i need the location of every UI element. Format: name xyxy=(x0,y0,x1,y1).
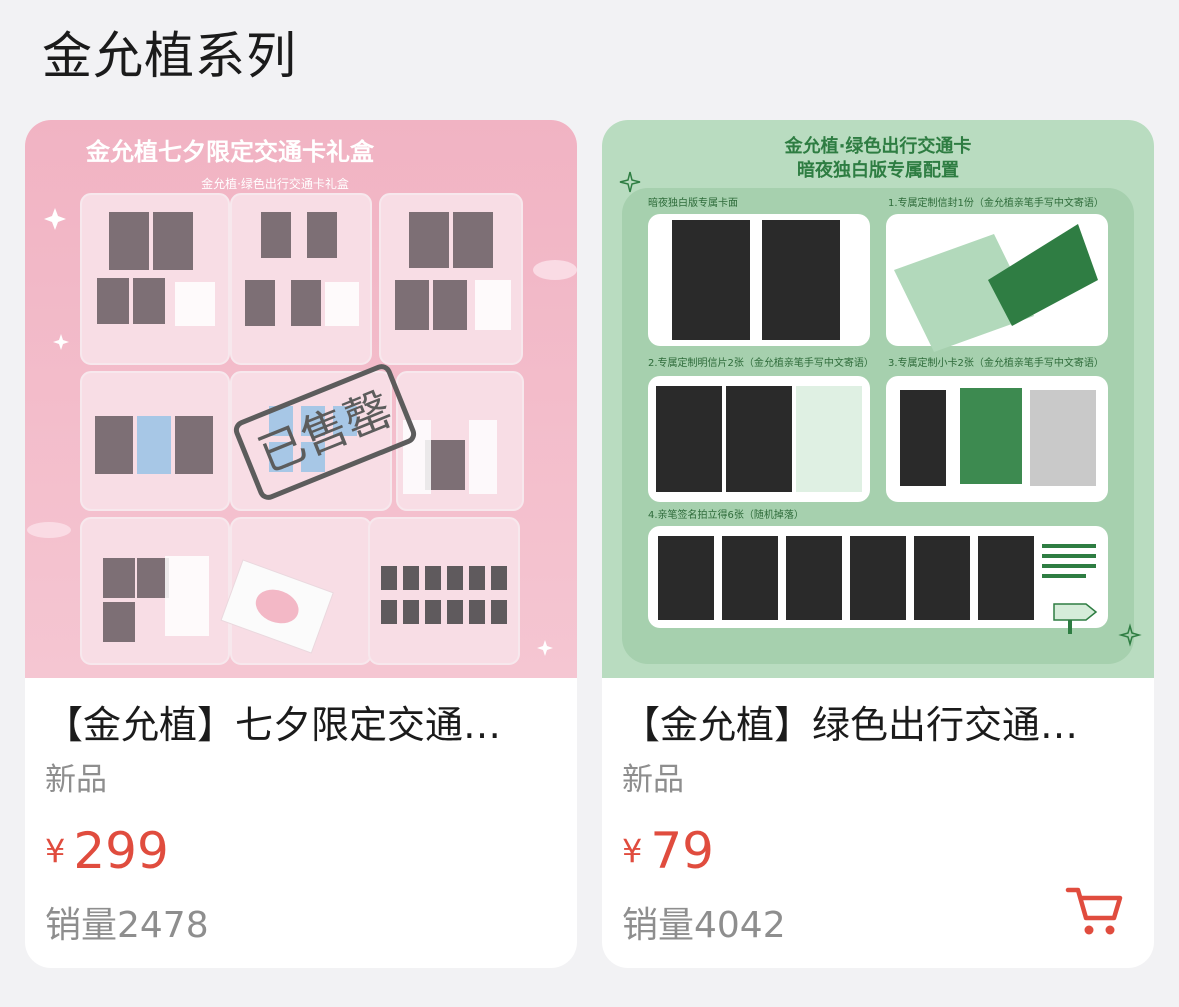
product-tag: 新品 xyxy=(45,762,107,798)
product-name[interactable]: 【金允植】七夕限定交通… xyxy=(45,700,545,750)
product-price: ¥299 xyxy=(45,820,169,882)
price-value: 79 xyxy=(650,822,714,880)
panel3-label: 2.专属定制明信片2张（金允植亲笔手写中文寄语） xyxy=(648,356,874,369)
product-card[interactable]: 金允植·绿色出行交通卡 暗夜独白版专属配置 暗夜独白版专属卡面 1.专属定制信封… xyxy=(602,120,1154,968)
product-card[interactable]: 金允植七夕限定交通卡礼盒 金允植·绿色出行交通卡礼盒 已售罄 【金允植】七夕限定… xyxy=(25,120,577,968)
panel2-label: 1.专属定制信封1份（金允植亲笔手写中文寄语） xyxy=(888,196,1104,209)
panel4-label: 3.专属定制小卡2张（金允植亲笔手写中文寄语） xyxy=(888,356,1104,369)
product-sales: 销量4042 xyxy=(622,905,786,946)
product-price: ¥79 xyxy=(622,820,714,882)
currency-symbol: ¥ xyxy=(622,832,643,870)
cart-icon[interactable] xyxy=(1064,884,1124,940)
currency-symbol: ¥ xyxy=(45,832,66,870)
product-name[interactable]: 【金允植】绿色出行交通… xyxy=(622,700,1122,750)
section-title: 金允植系列 xyxy=(42,27,297,85)
product-image[interactable]: 金允植·绿色出行交通卡 暗夜独白版专属配置 暗夜独白版专属卡面 1.专属定制信封… xyxy=(602,120,1154,678)
panel5-label: 4.亲笔签名拍立得6张（随机掉落） xyxy=(648,508,804,521)
product-image[interactable]: 金允植七夕限定交通卡礼盒 金允植·绿色出行交通卡礼盒 已售罄 xyxy=(25,120,577,678)
image-subtitle: 金允植·绿色出行交通卡礼盒 xyxy=(201,176,349,191)
panel1-label: 暗夜独白版专属卡面 xyxy=(648,196,738,209)
image-title-line1: 金允植·绿色出行交通卡 xyxy=(784,135,972,157)
product-tag: 新品 xyxy=(622,762,684,798)
price-value: 299 xyxy=(73,822,169,880)
product-sales: 销量2478 xyxy=(45,905,209,946)
image-title-line2: 暗夜独白版专属配置 xyxy=(797,159,959,181)
image-title: 金允植七夕限定交通卡礼盒 xyxy=(85,138,375,166)
